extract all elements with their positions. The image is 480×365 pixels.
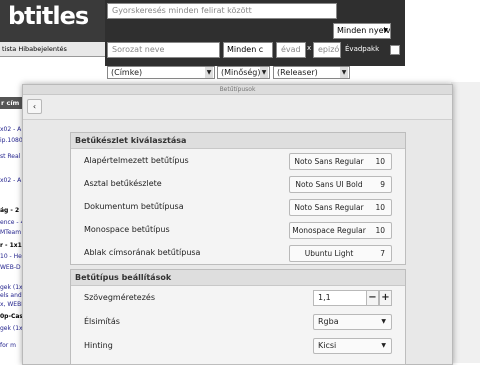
season-pack-label: Évadpakk [345,45,380,53]
tag-filter-value: (Címke) [111,68,143,77]
decrease-button[interactable]: − [366,290,379,306]
list-item[interactable]: x02 - A [0,177,22,184]
page-right-margin [451,82,480,363]
font-size: 7 [380,249,385,258]
text-scale-label: Szövegméretezés [84,293,156,302]
font-row-label: Asztal betűkészlete [84,179,162,188]
font-row: Ablak címsorának betűtípusa Ubuntu Light 7 [71,243,405,265]
hinting-label: Hinting [84,341,113,350]
site-header: btitles [0,0,105,42]
quality-filter-select[interactable]: (Minőség) ▼ [217,66,270,79]
font-row-label: Monospace betűtípus [84,225,170,234]
season-input[interactable]: évad [276,42,306,58]
quality-filter-value: (Minőség) [221,68,261,77]
font-row-label: Alapértelmezett betűtípus [84,156,189,165]
font-row-label: Dokumentum betűtípusa [84,202,184,211]
chevron-down-icon: ▼ [383,27,388,34]
chevron-down-icon: ▼ [381,342,386,349]
list-item[interactable]: for m [0,342,22,349]
font-size: 9 [380,180,385,189]
chevron-down-icon: ▼ [205,67,213,78]
text-scale-input[interactable]: 1,1 [313,290,370,306]
font-chooser-button[interactable]: Ubuntu Light 7 [289,245,392,262]
list-item[interactable]: gek (1x [0,284,22,291]
hinting-row: Hinting Kicsi ▼ [71,336,405,358]
hinting-select[interactable]: Kicsi ▼ [313,338,392,354]
releaser-filter-value: (Releaser) [277,68,318,77]
font-row-label: Ablak címsorának betűtípusa [84,248,201,257]
font-size: 10 [375,226,385,235]
back-arrow-icon: ‹ [32,102,37,111]
releaser-filter-select[interactable]: (Releaser) ▼ [273,66,350,79]
font-row: Alapértelmezett betűtípus Noto Sans Regul… [71,151,405,173]
list-item[interactable]: 10 - He [0,253,22,260]
list-item[interactable]: els and [0,292,22,299]
series-name-input[interactable]: Sorozat neve [107,42,220,58]
season-pack-checkbox[interactable] [390,45,400,55]
font-name: Monospace Regular [292,226,366,235]
language-select[interactable]: Minden nyelv ▼ [333,23,391,39]
hinting-value: Kicsi [318,341,337,350]
antialiasing-value: Rgba [318,317,339,326]
episode-input[interactable]: epizó [313,42,341,58]
font-size: 10 [375,203,385,212]
list-item[interactable]: x, WEBR [0,301,22,308]
list-item[interactable]: gek (1x [0,325,22,332]
antialiasing-label: Élsimítás [84,317,120,326]
list-item[interactable]: ip.1080 [0,137,22,144]
font-row: Dokumentum betűtípusa Noto Sans Regular 10 [71,197,405,219]
quick-search-input[interactable]: Gyorskeresés minden felirat között [107,3,337,19]
back-button[interactable]: ‹ [27,99,42,114]
antialiasing-row: Élsimítás Rgba ▼ [71,312,405,334]
font-settings-dialog: Betűtípusok ‹ Betűkészlet kiválasztása A… [22,84,453,365]
minus-icon: − [368,292,377,303]
font-name: Noto Sans Regular [294,157,364,166]
chevron-down-icon: ▼ [381,318,386,325]
font-name: Ubuntu Light [304,249,354,258]
list-header: r cím [0,97,23,109]
plus-icon: + [381,292,390,303]
font-chooser-button[interactable]: Noto Sans Regular 10 [289,153,392,170]
font-size: 10 [375,157,385,166]
font-chooser-button[interactable]: Noto Sans UI Bold 9 [289,176,392,193]
list-item[interactable]: 0p-Cast [0,313,22,320]
chevron-down-icon: ▼ [260,67,268,78]
search-panel: Gyorskeresés minden felirat között Minde… [105,0,405,66]
dialog-toolbar: ‹ [23,95,452,120]
increase-button[interactable]: + [379,290,392,306]
list-item[interactable]: ág - 2 [0,207,22,214]
font-row: Monospace betűtípus Monospace Regular 10 [71,220,405,242]
category-select-value: Minden c [227,45,264,54]
list-item[interactable]: x02 - A [0,126,22,133]
antialiasing-select[interactable]: Rgba ▼ [313,314,392,330]
font-name: Noto Sans UI Bold [295,180,363,189]
site-logo[interactable]: btitles [8,2,89,30]
list-item[interactable]: MTeam [0,229,22,236]
dialog-content: Betűkészlet kiválasztása Alapértelmezett… [23,120,452,365]
list-item[interactable]: ence - 4x0 [0,219,22,226]
font-name: Noto Sans Regular [294,203,364,212]
list-item[interactable]: st Real ( [0,153,22,160]
chevron-down-icon: ▼ [340,67,348,78]
list-item[interactable]: WEB-D [0,264,22,271]
font-settings-group: Betűtípus beállítások Szövegméretezés 1,… [70,269,406,365]
category-select[interactable]: Minden c [223,42,273,58]
font-chooser-button[interactable]: Monospace Regular 10 [289,222,392,239]
font-selection-group: Betűkészlet kiválasztása Alapértelmezett… [70,132,406,265]
font-chooser-button[interactable]: Noto Sans Regular 10 [289,199,392,216]
font-selection-heading: Betűkészlet kiválasztása [71,133,405,149]
site-nav[interactable]: tista Hibabejelentés [0,42,107,57]
font-settings-heading: Betűtípus beállítások [71,270,405,286]
x-separator: x [307,44,312,52]
tag-filter-select[interactable]: (Címke) ▼ [107,66,215,79]
font-row: Asztal betűkészlete Noto Sans UI Bold 9 [71,174,405,196]
list-item[interactable]: r - 1x1 [0,242,22,249]
text-scale-row: Szövegméretezés 1,1 − + [71,288,405,310]
dialog-titlebar[interactable]: Betűtípusok [23,85,452,95]
